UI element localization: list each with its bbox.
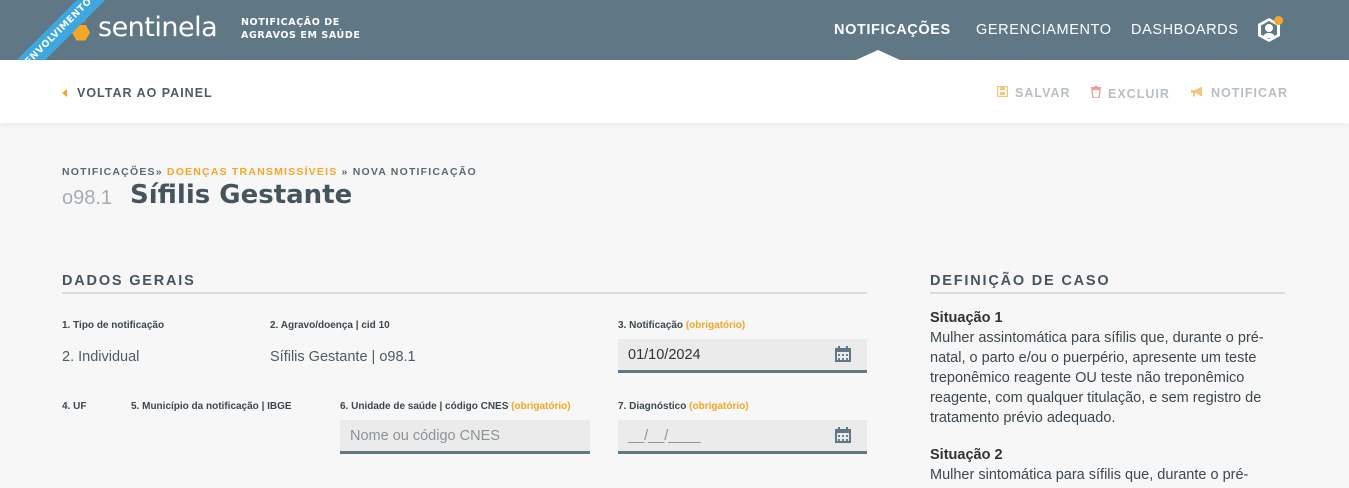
breadcrumb: NOTIFICAÇÕES» DOENÇAS TRANSMISSÍVEIS » N… bbox=[62, 166, 477, 178]
breadcrumb-current: » NOVA NOTIFICAÇÃO bbox=[341, 166, 477, 178]
app-logo[interactable]: sentinela bbox=[70, 12, 218, 43]
floppy-disk-icon bbox=[996, 85, 1009, 100]
save-label: SALVAR bbox=[1015, 86, 1071, 100]
section-divider bbox=[930, 292, 1285, 294]
back-label: VOLTAR AO PAINEL bbox=[77, 86, 213, 100]
page-title: Sífilis Gestante bbox=[130, 180, 353, 210]
section-divider bbox=[62, 292, 867, 294]
unidade-saude-field[interactable] bbox=[340, 420, 590, 454]
nav-link-notificacoes[interactable]: NOTIFICAÇÕES bbox=[834, 22, 951, 38]
notify-button[interactable]: NOTIFICAR bbox=[1190, 86, 1288, 100]
situacao-2-heading: Situação 2 bbox=[930, 447, 1003, 463]
unidade-saude-input[interactable] bbox=[350, 420, 590, 451]
required-marker: (obrigatório) bbox=[689, 401, 749, 412]
situacao-2-text: Mulher sintomática para sífilis que, dur… bbox=[930, 467, 1249, 483]
required-marker: (obrigatório) bbox=[685, 320, 746, 331]
logo-text: sentinela bbox=[98, 12, 218, 43]
diagnostico-date-input[interactable] bbox=[628, 420, 867, 451]
diagnostico-label: 7. Diagnóstico (obrigatório) bbox=[618, 401, 749, 412]
calendar-icon[interactable] bbox=[835, 427, 851, 443]
section-title-dados-gerais: DADOS GERAIS bbox=[62, 273, 196, 289]
nav-link-dashboards[interactable]: DASHBOARDS bbox=[1131, 22, 1239, 38]
calendar-icon[interactable] bbox=[835, 346, 851, 362]
disease-code: o98.1 bbox=[62, 187, 113, 209]
required-marker: (obrigatório) bbox=[511, 401, 571, 412]
tipo-notificacao-label: 1. Tipo de notificação bbox=[62, 320, 165, 331]
app-subtitle: NOTIFICAÇÃO DE AGRAVOS EM SAÚDE bbox=[241, 17, 361, 41]
notificacao-date-field[interactable] bbox=[618, 339, 867, 373]
user-menu-button[interactable] bbox=[1258, 16, 1284, 44]
breadcrumb-doencas[interactable]: DOENÇAS TRANSMISSÍVEIS bbox=[167, 166, 338, 178]
diagnostico-date-field[interactable] bbox=[618, 420, 867, 454]
delete-label: EXCLUIR bbox=[1108, 86, 1170, 101]
agravo-value: Sífilis Gestante | o98.1 bbox=[270, 349, 416, 365]
municipio-label: 5. Município da notificação | IBGE bbox=[131, 401, 292, 412]
breadcrumb-notificacoes[interactable]: NOTIFICAÇÕES» bbox=[62, 166, 163, 178]
nav-item-dashboards[interactable]: DASHBOARDS bbox=[1131, 0, 1239, 60]
save-button[interactable]: SALVAR bbox=[996, 85, 1071, 100]
megaphone-icon bbox=[1190, 86, 1204, 100]
section-title-definicao-caso: DEFINIÇÃO DE CASO bbox=[930, 273, 1111, 289]
active-nav-indicator bbox=[856, 50, 900, 60]
nav-item-gerenciamento[interactable]: GERENCIAMENTO bbox=[976, 0, 1112, 60]
back-to-dashboard-link[interactable]: VOLTAR AO PAINEL bbox=[62, 86, 213, 100]
trash-icon bbox=[1091, 86, 1101, 101]
delete-button[interactable]: EXCLUIR bbox=[1091, 86, 1170, 101]
notification-badge bbox=[1274, 16, 1283, 25]
nav-link-gerenciamento[interactable]: GERENCIAMENTO bbox=[976, 22, 1112, 38]
situacao-1-text: Mulher assintomática para sífilis que, d… bbox=[930, 330, 1264, 426]
tipo-notificacao-value: 2. Individual bbox=[62, 349, 140, 365]
situacao-1-heading: Situação 1 bbox=[930, 310, 1003, 326]
notify-label: NOTIFICAR bbox=[1211, 86, 1289, 100]
notificacao-date-input[interactable] bbox=[628, 339, 867, 370]
agravo-label: 2. Agravo/doença | cid 10 bbox=[270, 320, 390, 331]
caret-left-icon bbox=[62, 89, 67, 97]
unidade-saude-label: 6. Unidade de saúde | código CNES (obrig… bbox=[340, 401, 571, 412]
notificacao-label: 3. Notificação (obrigatório) bbox=[618, 320, 746, 331]
uf-label: 4. UF bbox=[62, 401, 87, 412]
